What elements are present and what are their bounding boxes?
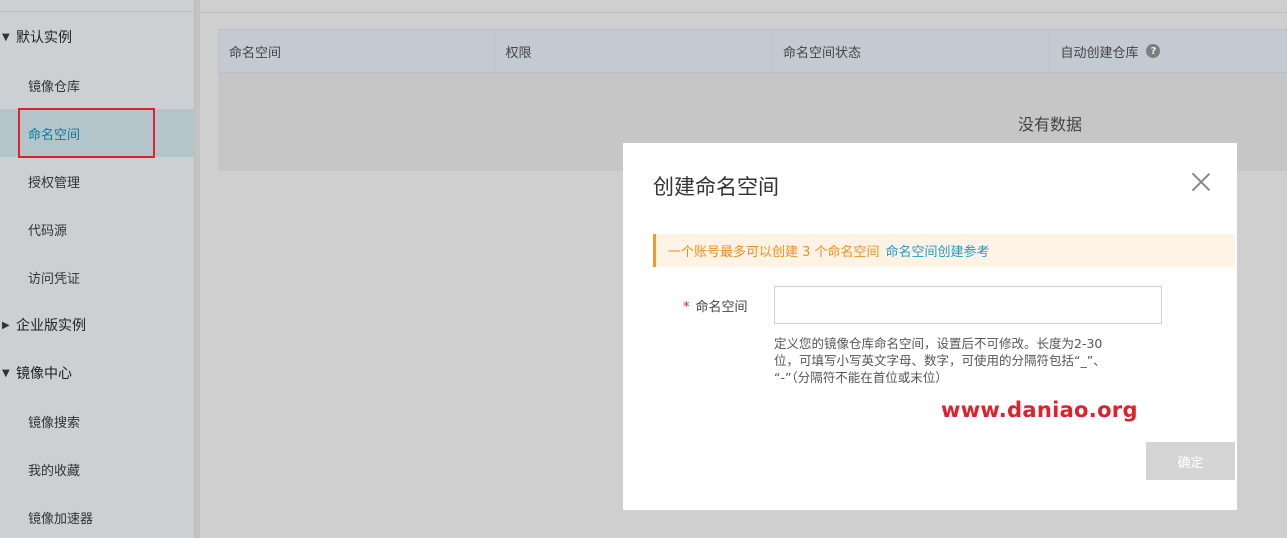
help-icon[interactable]: ? [1146,44,1161,58]
column-header-label: 权限 [505,45,532,61]
column-header-auto-create-repo: 自动创建仓库 ? [1050,30,1286,72]
notice-banner: 一个账号最多可以创建 3 个命名空间 命名空间创建参考 [653,234,1235,267]
sidebar-item-image-repo[interactable]: 镜像仓库 [0,61,194,109]
caret-down-icon: ▼ [2,31,10,43]
column-header-status: 命名空间状态 [773,30,1051,72]
sidebar: ▼ 默认实例 镜像仓库 命名空间 授权管理 代码源 访问凭证 ▶ 企业版实例 ▼… [0,0,194,538]
namespace-reference-link[interactable]: 命名空间创建参考 [886,241,990,260]
highlight-annotation-box [18,108,155,158]
column-header-label: 命名空间 [229,45,282,61]
namespace-input[interactable] [774,286,1162,324]
sidebar-item-label: 镜像搜索 [28,415,81,431]
notice-text: 一个账号最多可以创建 3 个命名空间 [668,245,880,260]
sidebar-item-label: 镜像加速器 [28,511,94,527]
sidebar-group-enterprise-instance[interactable]: ▶ 企业版实例 [0,301,194,349]
column-header-namespace: 命名空间 [219,30,496,72]
column-header-label: 命名空间状态 [782,45,861,61]
sidebar-item-access-credential[interactable]: 访问凭证 [0,253,194,301]
watermark-text: www.daniao.org [941,398,1138,422]
empty-state-text: 没有数据 [1018,115,1083,134]
sidebar-group-label: 默认实例 [16,30,72,46]
caret-right-icon: ▶ [2,319,10,331]
column-header-permission: 权限 [495,30,773,72]
hint-line: 定义您的镜像仓库命名空间，设置后不可修改。长度为2-30 [774,336,1103,351]
confirm-button[interactable]: 确定 [1146,442,1235,480]
sidebar-group-label: 镜像中心 [16,366,72,382]
sidebar-item-image-accelerator[interactable]: 镜像加速器 [0,493,194,538]
required-mark: * [683,300,690,315]
column-header-label: 自动创建仓库 [1060,45,1139,61]
create-namespace-dialog: 创建命名空间 一个账号最多可以创建 3 个命名空间 命名空间创建参考 * 命名空间… [623,143,1237,510]
sidebar-item-auth-manage[interactable]: 授权管理 [0,157,194,205]
sidebar-item-label: 授权管理 [28,175,81,191]
sidebar-item-image-search[interactable]: 镜像搜索 [0,397,194,445]
sidebar-item-my-favorites[interactable]: 我的收藏 [0,445,194,493]
sidebar-item-label: 我的收藏 [28,463,81,479]
table-header: 命名空间 权限 命名空间状态 自动创建仓库 ? [218,29,1287,73]
sidebar-group-default-instance[interactable]: ▼ 默认实例 [0,13,194,61]
sidebar-item-code-source[interactable]: 代码源 [0,205,194,253]
sidebar-item-label: 访问凭证 [28,271,81,287]
sidebar-item-label: 镜像仓库 [28,79,81,95]
sidebar-group-label: 企业版实例 [16,318,86,334]
hint-line: “-”（分隔符不能在首位或末位） [774,370,948,385]
caret-down-icon: ▼ [2,367,10,379]
dialog-title: 创建命名空间 [653,175,779,199]
app-root: ▼ 默认实例 镜像仓库 命名空间 授权管理 代码源 访问凭证 ▶ 企业版实例 ▼… [0,0,1287,538]
field-label-text: 命名空间 [695,300,748,315]
sidebar-item-label: 代码源 [28,223,68,239]
main-top-divider [200,0,1287,13]
close-icon[interactable] [1189,170,1213,194]
hint-line: 位，可填写小写英文字母、数字，可使用的分隔符包括“_”、 [774,353,1106,368]
sidebar-top-divider [0,0,194,12]
namespace-hint: 定义您的镜像仓库命名空间，设置后不可修改。长度为2-30 位，可填写小写英文字母… [774,335,1154,386]
sidebar-group-image-center[interactable]: ▼ 镜像中心 [0,349,194,397]
